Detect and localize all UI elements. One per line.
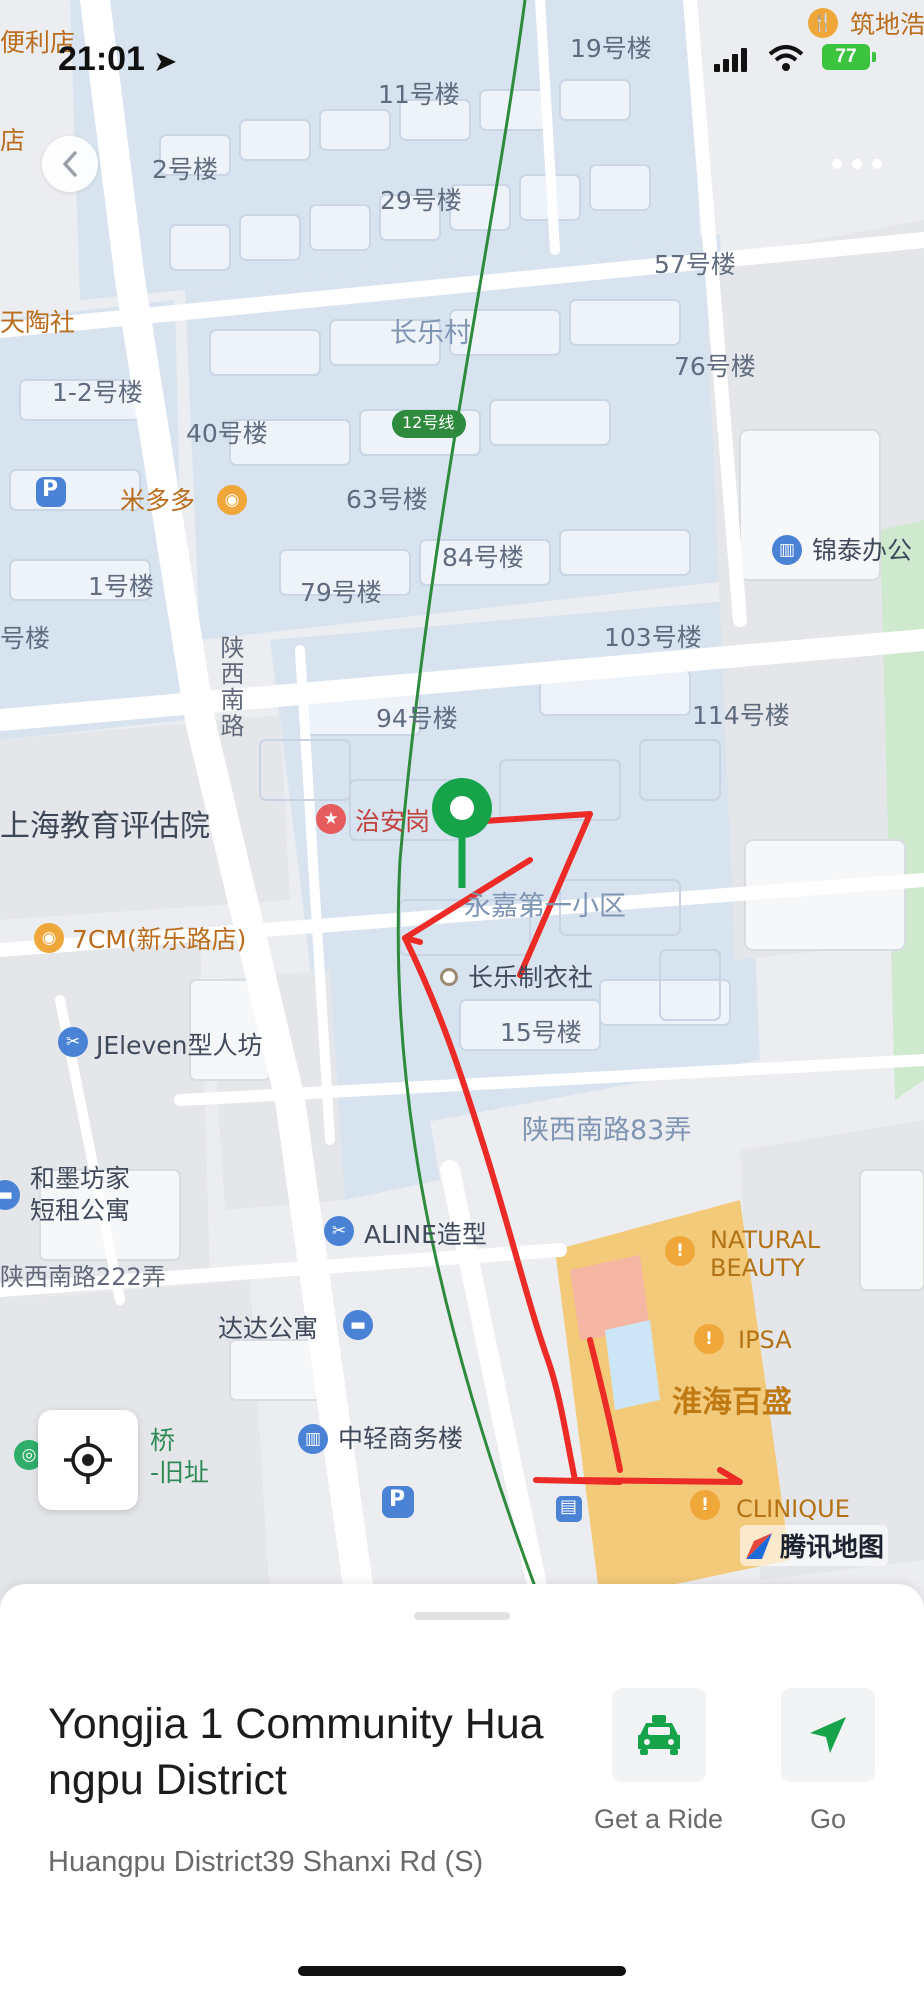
status-time: 21:01 ➤ [58, 40, 176, 79]
map-label: 1号楼 [88, 572, 154, 601]
map-label: 103号楼 [604, 623, 702, 652]
map-brand: 腾讯地图 [740, 1525, 889, 1566]
battery-tip [872, 52, 876, 62]
poi-label: NATURAL [710, 1226, 821, 1254]
map-label: 84号楼 [442, 543, 524, 572]
map-label: 1-2号楼 [52, 378, 143, 407]
sheet-grabber[interactable] [414, 1612, 510, 1620]
map-label: 40号楼 [186, 419, 268, 448]
map-label: 锦泰办公 [812, 536, 913, 565]
shop-icon: ◉ [34, 923, 64, 953]
go-button[interactable]: Go [781, 1688, 875, 1835]
mall-label: 淮海百盛 [672, 1385, 792, 1420]
poi-label: 中轻商务楼 [338, 1424, 464, 1453]
status-bar: 21:01 ➤ 77 [0, 0, 924, 110]
parking-icon: P [42, 477, 59, 502]
map-label: 79号楼 [300, 578, 382, 607]
more-dots-icon [832, 159, 882, 169]
status-time-label: 21:01 [58, 40, 145, 78]
wifi-icon [768, 45, 804, 71]
poi-label: 长乐制衣社 [468, 963, 594, 992]
place-title: Yongjia 1 Community Huangpu District [48, 1700, 544, 1804]
map-label: 长乐村 [390, 318, 471, 349]
poi-label: IPSA [738, 1326, 792, 1354]
poi-label: 米多多 [120, 486, 196, 515]
locate-button[interactable] [38, 1410, 138, 1510]
go-label: Go [809, 1804, 847, 1834]
poi-label: 短租公寓 [30, 1196, 131, 1225]
poi-label: CLINIQUE [736, 1495, 850, 1523]
map-label: 天陶社 [0, 308, 76, 337]
poi-label: 桥 [150, 1426, 176, 1455]
location-arrow-icon: ➤ [154, 46, 177, 76]
scissors-icon: ✂ [58, 1027, 88, 1057]
poi-label: 治安岗 [355, 807, 431, 836]
map-label: 94号楼 [376, 704, 458, 733]
metro-entrance-icon: ▤ [560, 1496, 578, 1517]
map-label: 2号楼 [152, 155, 218, 184]
map-label: 114号楼 [692, 701, 790, 730]
map-label: 29号楼 [380, 186, 462, 215]
poi-label: ALINE造型 [364, 1220, 487, 1249]
shop-icon: ! [665, 1236, 695, 1266]
poi-dot-icon [440, 968, 458, 986]
poi-label: 达达公寓 [218, 1314, 319, 1343]
go-icon-box [781, 1688, 875, 1782]
home-indicator [298, 1966, 626, 1976]
police-icon: ★ [316, 804, 346, 834]
metro-line-label: 12号线 [402, 413, 455, 432]
place-sheet: Yongjia 1 Community Huangpu District Hua… [0, 1584, 924, 2000]
map-brand-icon [746, 1532, 772, 1559]
map-label: 号楼 [0, 624, 51, 653]
parking-icon: P [389, 1487, 406, 1512]
scissors-icon: ✂ [324, 1216, 354, 1246]
poi-label: BEAUTY [710, 1254, 805, 1282]
shop-icon: ! [690, 1490, 720, 1520]
poi-label: 7CM(新乐路店) [72, 925, 247, 954]
poi-label: JEleven型人坊 [96, 1031, 263, 1060]
more-button[interactable] [812, 136, 902, 192]
map-label: 57号楼 [654, 250, 736, 279]
map-label: 上海教育评估院 [0, 809, 210, 844]
office-icon: ▥ [298, 1424, 328, 1454]
apartment-icon: ▬ [343, 1310, 373, 1340]
get-ride-button[interactable]: Get a Ride [594, 1688, 723, 1835]
map-label: 63号楼 [346, 485, 428, 514]
back-button[interactable] [42, 136, 98, 192]
shop-icon: ◉ [217, 485, 247, 515]
battery-level: 77 [835, 46, 857, 67]
shop-icon: ! [694, 1324, 724, 1354]
map-label: 76号楼 [674, 352, 756, 381]
map-base [0, 0, 924, 1600]
map-label: 永嘉第一小区 [464, 891, 626, 922]
taxi-icon [637, 1715, 680, 1755]
road-label: 陕西南路222弄 [0, 1263, 166, 1291]
battery-icon: 77 [822, 44, 870, 70]
map-label: 15号楼 [500, 1018, 582, 1047]
crosshair-icon [64, 1436, 112, 1484]
poi-label: -旧址 [150, 1458, 210, 1487]
get-ride-label: Get a Ride [594, 1804, 724, 1834]
signal-icon [714, 48, 747, 72]
chevron-left-icon [62, 151, 77, 177]
map-label: 店 [0, 126, 26, 155]
map-brand-label: 腾讯地图 [780, 1533, 885, 1563]
road-label: 陕西南路 [216, 635, 244, 739]
poi-label: 和墨坊家 [30, 1164, 131, 1193]
office-icon: ▥ [772, 535, 802, 565]
map-view[interactable]: 12号线 P P ▤ 19号楼 11号楼 2号楼 29号楼 57号楼 长乐村 7… [0, 0, 924, 1600]
navigate-arrow-icon [810, 1717, 846, 1753]
map-label: 陕西南路83弄 [522, 1115, 692, 1146]
place-address: Huangpu District39 Shanxi Rd (S) [48, 1846, 484, 1878]
get-ride-icon-box [611, 1688, 706, 1782]
